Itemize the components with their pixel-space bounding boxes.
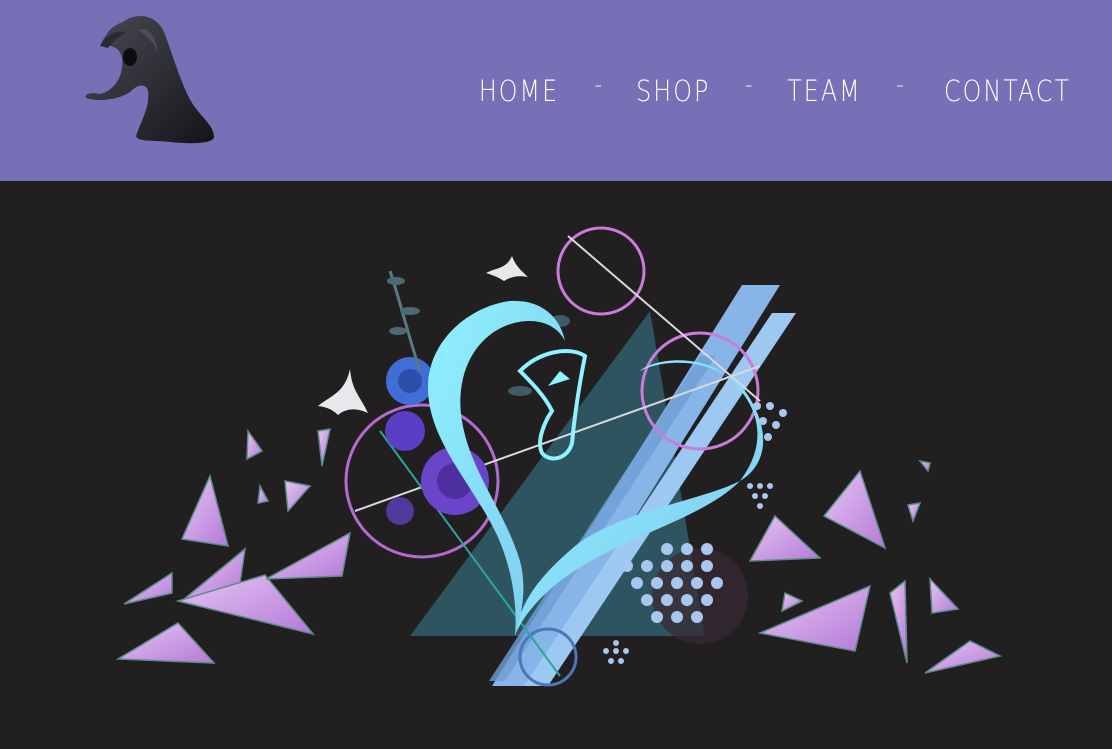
abstract-horse-head-sculpture-icon [85,16,215,144]
nav-team-link[interactable]: TEAM [787,74,862,108]
nav-shop-link[interactable]: SHOP [636,74,710,108]
nav-contact-link[interactable]: CONTACT [944,74,1071,108]
main-nav: HOME - SHOP - TEAM - CONTACT [470,66,1085,116]
hero-section [0,181,1112,749]
nav-home-link[interactable]: HOME [479,74,559,108]
logo-link[interactable] [78,10,223,150]
nav-separator: - [744,72,753,98]
heart-horse-geometric-artwork [115,226,1003,687]
nav-separator: - [895,72,904,98]
site-header: HOME - SHOP - TEAM - CONTACT [0,0,1112,181]
nav-separator: - [594,72,603,98]
